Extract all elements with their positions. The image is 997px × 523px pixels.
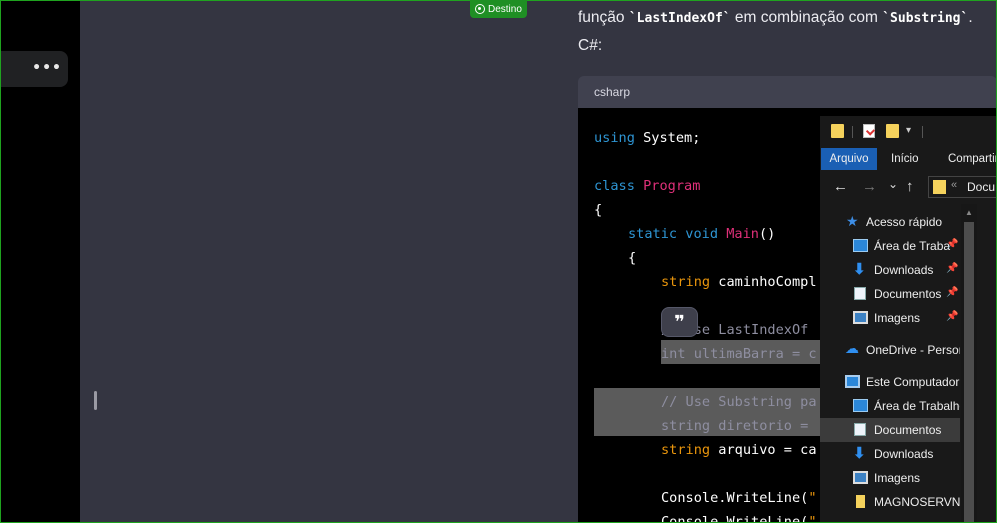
code-line: { (594, 202, 603, 218)
customize-dropdown-icon[interactable]: ▾ (906, 125, 911, 136)
toolbar-separator (852, 126, 853, 138)
back-arrow-icon[interactable]: ← (833, 178, 848, 195)
tree-item-downloads[interactable]: ⬇ Downloads (820, 442, 960, 466)
code-line: string arquivo = ca (661, 442, 817, 458)
pin-icon: 📌 (946, 287, 959, 298)
destino-label: Destino (488, 3, 522, 15)
intro-text: função `LastIndexOf` em combinação com `… (578, 4, 997, 59)
code-language-label: csharp (594, 85, 631, 99)
code-line: static void Main() (628, 226, 776, 242)
tree-item-label: Documentos (874, 423, 942, 437)
pin-icon: 📌 (946, 239, 959, 250)
tree-item-label: Imagens (874, 471, 921, 485)
new-folder-icon[interactable] (886, 124, 899, 138)
folder-icon[interactable] (831, 124, 844, 138)
tree-item-label: Downloads (874, 263, 934, 277)
resize-handle[interactable] (94, 391, 97, 410)
main-chat-pane (80, 0, 578, 523)
intro-text-3: . (968, 9, 973, 26)
pictures-icon (853, 311, 868, 324)
pin-icon: 📌 (946, 263, 959, 274)
properties-icon[interactable] (863, 124, 875, 138)
more-options-icon[interactable]: ••• (32, 60, 62, 76)
download-icon: ⬇ (853, 261, 866, 278)
star-icon: ★ (846, 213, 859, 229)
document-icon (854, 287, 866, 300)
tree-item-label: Acesso rápido (866, 215, 943, 229)
target-icon (475, 4, 485, 14)
code-line: string caminhoCompl (661, 274, 817, 290)
desktop-icon (853, 239, 868, 252)
tree-item-area-trabalho[interactable]: Área de Trabalho (820, 394, 960, 418)
inline-code-substring: `Substring` (882, 11, 969, 26)
sidebar-conversation-item[interactable]: ••• (0, 51, 68, 87)
tree-item-label: Área de Traba (874, 239, 951, 253)
tree-item-este-computador[interactable]: Este Computador (820, 370, 960, 394)
navigation-bar: ← → ⌄ ↑ « Docu (820, 174, 997, 202)
tree-item-label: Área de Trabalho (874, 399, 960, 413)
tree-item-label: Imagens (874, 311, 921, 325)
navigation-pane: ★ Acesso rápido Área de Traba 📌 ⬇ Downlo… (820, 204, 960, 523)
tab-arquivo[interactable]: Arquivo (821, 148, 877, 170)
pin-icon: 📌 (946, 311, 959, 322)
intro-text-1: função (578, 9, 629, 26)
tree-item-label: OneDrive - Persor (866, 343, 960, 357)
scroll-up-icon[interactable]: ▲ (965, 208, 973, 217)
code-line: class Program (594, 178, 701, 194)
code-line: Console.WriteLine(" (661, 514, 817, 523)
tree-item-imagens-pinned[interactable]: Imagens 📌 (820, 306, 960, 330)
left-sidebar: ••• (0, 0, 80, 523)
intro-text-line2: C#: (578, 37, 603, 54)
destino-badge: Destino (470, 0, 527, 18)
tab-inicio[interactable]: Início (891, 148, 919, 170)
scrollbar[interactable]: ▲ (961, 204, 977, 523)
code-block-header: csharp (578, 76, 997, 108)
tree-item-acesso-rapido[interactable]: ★ Acesso rápido (820, 210, 960, 234)
toolbar-separator (922, 126, 923, 138)
quote-button[interactable]: ❞ (661, 307, 698, 337)
network-folder-icon (856, 495, 865, 508)
tree-item-downloads-pinned[interactable]: ⬇ Downloads 📌 (820, 258, 960, 282)
intro-text-2: em combinação com (730, 9, 883, 26)
tree-item-label: Downloads (874, 447, 934, 461)
pictures-icon (853, 471, 868, 484)
folder-icon (933, 180, 946, 194)
address-bar[interactable]: « Docu (928, 176, 997, 198)
tree-item-label: Este Computador (866, 375, 960, 389)
breadcrumb-overflow[interactable]: « (951, 179, 957, 191)
quick-access-toolbar: ▾ (820, 116, 997, 148)
tree-item-imagens[interactable]: Imagens (820, 466, 960, 490)
tree-item-area-trabalho-pinned[interactable]: Área de Traba 📌 (820, 234, 960, 258)
forward-arrow-icon[interactable]: → (862, 178, 877, 195)
tree-item-magnoservna[interactable]: MAGNOSERVNA (820, 490, 960, 514)
desktop-icon (853, 399, 868, 412)
tree-item-documentos-pinned[interactable]: Documentos 📌 (820, 282, 960, 306)
address-text: Docu (967, 180, 996, 194)
tree-item-documentos[interactable]: Documentos (820, 418, 960, 442)
download-icon: ⬇ (853, 445, 866, 462)
scrollbar-thumb[interactable] (964, 222, 974, 522)
code-line: string diretorio = (661, 418, 809, 434)
code-line: Console.WriteLine(" (661, 490, 817, 506)
code-line: int ultimaBarra = c (661, 346, 817, 362)
document-icon (854, 423, 866, 436)
file-explorer-window: ▾ Arquivo Início Compartir ← → ⌄ ↑ « Doc… (820, 116, 997, 523)
code-line: // Use Substring pa (661, 394, 817, 410)
tree-item-onedrive[interactable]: ☁ OneDrive - Persor (820, 338, 960, 362)
up-arrow-icon[interactable]: ↑ (906, 178, 914, 195)
inline-code-lastindexof: `LastIndexOf` (628, 11, 731, 26)
recent-locations-icon[interactable]: ⌄ (888, 177, 898, 191)
code-line: using System; (594, 130, 701, 146)
ribbon-tabs: Arquivo Início Compartir (820, 148, 997, 170)
tree-item-label: Documentos (874, 287, 942, 301)
tree-item-label: MAGNOSERVNA (874, 495, 960, 509)
code-line: { (628, 250, 637, 266)
cloud-icon: ☁ (845, 340, 859, 356)
tab-compartilhar[interactable]: Compartir (948, 148, 997, 170)
computer-icon (845, 375, 860, 388)
